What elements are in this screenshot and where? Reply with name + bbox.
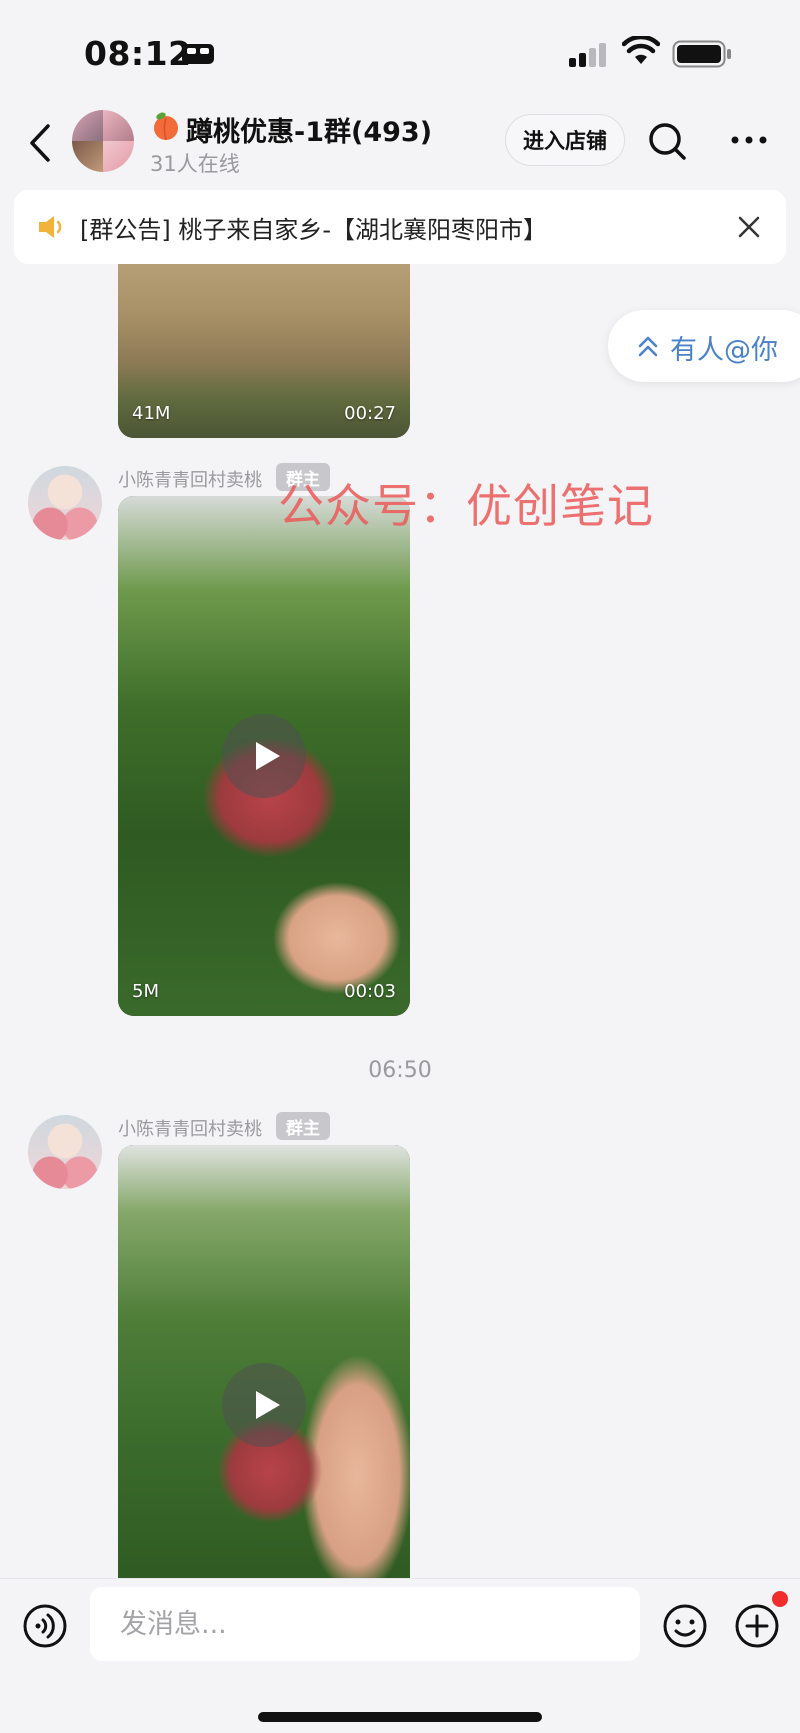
sender-name: 小陈青青回村卖桃 xyxy=(118,470,262,491)
battery-icon xyxy=(672,40,731,68)
more-options-icon[interactable] xyxy=(728,130,770,150)
cellular-signal-icon xyxy=(569,43,606,67)
chat-header: 蹲桃优惠-1群(493) 31人在线 进入店铺 xyxy=(0,100,800,190)
emoji-icon[interactable] xyxy=(662,1603,708,1649)
peach-icon xyxy=(154,112,178,141)
video-duration: 00:03 xyxy=(344,981,396,1002)
search-icon[interactable] xyxy=(646,120,688,162)
message-input[interactable] xyxy=(90,1587,640,1661)
voice-input-icon[interactable] xyxy=(22,1603,68,1649)
notification-dot xyxy=(772,1591,788,1607)
mention-jump-button[interactable]: 有人@你 xyxy=(608,310,800,382)
close-icon[interactable] xyxy=(736,214,762,240)
group-announcement[interactable]: [群公告] 桃子来自家乡-【湖北襄阳枣阳市】 xyxy=(14,190,786,264)
video-duration: 00:27 xyxy=(344,403,396,424)
owner-badge: 群主 xyxy=(276,1112,330,1140)
mention-label: 有人@你 xyxy=(670,335,778,366)
video-message[interactable] xyxy=(118,1145,410,1585)
play-button[interactable] xyxy=(222,714,306,798)
double-chevron-up-icon xyxy=(638,336,658,357)
video-message[interactable]: 5M 00:03 xyxy=(118,496,410,1016)
watermark-text: 公众号：优创笔记 xyxy=(278,479,654,533)
play-button[interactable] xyxy=(222,1363,306,1447)
back-arrow-icon[interactable] xyxy=(26,122,56,164)
group-avatar[interactable] xyxy=(72,110,134,172)
avatar[interactable] xyxy=(28,1115,102,1189)
status-time: 08:12 xyxy=(84,34,192,73)
play-icon xyxy=(256,1391,280,1419)
message-timestamp: 06:50 xyxy=(368,1058,432,1083)
play-icon xyxy=(256,742,280,770)
enter-shop-button[interactable]: 进入店铺 xyxy=(505,114,625,166)
speaker-icon xyxy=(39,216,62,238)
video-size: 41M xyxy=(132,403,171,424)
sender-name: 小陈青青回村卖桃 xyxy=(118,1119,262,1140)
group-title: 蹲桃优惠-1群(493) xyxy=(186,117,433,148)
announcement-text: [群公告] 桃子来自家乡-【湖北襄阳枣阳市】 xyxy=(80,216,548,244)
wifi-icon xyxy=(622,36,660,64)
video-message[interactable]: 41M 00:27 xyxy=(118,250,410,438)
online-count: 31人在线 xyxy=(150,152,240,176)
status-bar: 08:12 xyxy=(0,0,800,100)
message-input-bar xyxy=(0,1578,800,1733)
home-indicator[interactable] xyxy=(258,1712,542,1722)
sleep-focus-icon xyxy=(182,44,214,64)
video-size: 5M xyxy=(132,981,159,1002)
avatar[interactable] xyxy=(28,466,102,540)
plus-icon[interactable] xyxy=(734,1603,780,1649)
